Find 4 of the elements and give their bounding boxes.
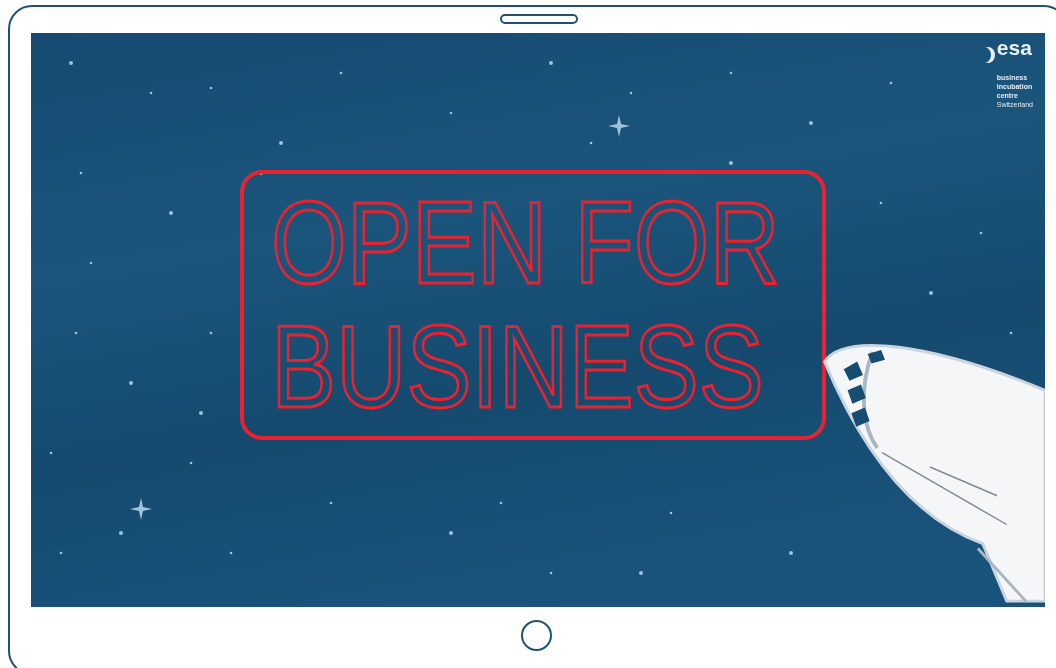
sign-text: OPEN FOR xyxy=(270,181,781,305)
logo-wordmark: esa xyxy=(996,37,1032,59)
sign-text: BUSINESS xyxy=(270,305,765,429)
home-button[interactable] xyxy=(521,620,552,651)
